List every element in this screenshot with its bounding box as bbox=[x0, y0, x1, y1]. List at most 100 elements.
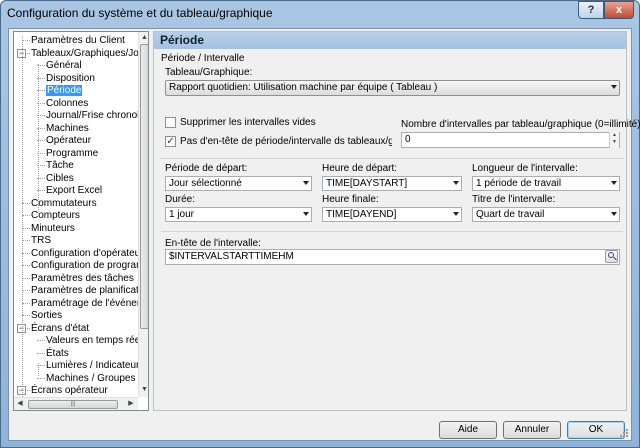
tree-item[interactable]: Machines bbox=[46, 122, 89, 135]
scroll-down-arrow-icon[interactable]: ▼ bbox=[140, 385, 148, 395]
help-button[interactable]: Aide bbox=[439, 421, 497, 439]
separator bbox=[161, 231, 623, 232]
spin-up-icon[interactable]: ▲ bbox=[610, 132, 619, 139]
tree-item-label: Paramètres de planificati bbox=[31, 285, 142, 296]
tree-item[interactable]: Opérateur bbox=[46, 134, 91, 147]
tree-connector bbox=[37, 340, 45, 341]
spin-down-icon[interactable]: ▼ bbox=[610, 139, 619, 146]
tree-vertical-scrollbar[interactable]: ▲ ▼ bbox=[138, 32, 148, 397]
tree-connector bbox=[22, 202, 30, 204]
tree-item[interactable]: Configuration d'opérateur bbox=[31, 247, 144, 260]
start-period-select[interactable]: Jour sélectionné bbox=[165, 176, 312, 191]
period-settings-panel: Période Période / Intervalle Tableau/Gra… bbox=[153, 31, 640, 411]
chevron-down-icon bbox=[303, 212, 309, 216]
tree-guide-line bbox=[38, 363, 39, 376]
duration-value: 1 jour bbox=[169, 209, 195, 220]
interval-length-select[interactable]: 1 période de travail bbox=[472, 176, 620, 191]
tree-horizontal-scrollbar[interactable]: ◀ ||| ▶ bbox=[14, 397, 138, 410]
tree-connector bbox=[22, 302, 30, 304]
tree-item-label: Cibles bbox=[46, 172, 74, 184]
tree-item[interactable]: Écrans opérateur bbox=[31, 384, 108, 397]
tree-item[interactable]: Colonnes bbox=[46, 97, 88, 110]
tree-item[interactable]: Paramètres des tâches bbox=[31, 272, 134, 285]
tree-item[interactable]: Programme bbox=[46, 147, 98, 160]
end-time-label: Heure finale: bbox=[322, 194, 379, 205]
no-period-header-checkbox[interactable]: ✓ bbox=[165, 136, 176, 147]
chevron-down-icon bbox=[611, 212, 617, 216]
resize-grip-icon[interactable] bbox=[619, 428, 629, 438]
browse-variables-button[interactable] bbox=[605, 250, 618, 263]
tree-item-label: Tableaux/Graphiques/Jo bbox=[31, 47, 139, 59]
tree-item[interactable]: Sorties bbox=[31, 309, 62, 322]
tree-item-label: Export Excel bbox=[46, 185, 103, 196]
window-title: Configuration du système et du tableau/g… bbox=[7, 6, 273, 20]
tree-item[interactable]: Machines / Groupes bbox=[46, 372, 136, 385]
start-period-label: Période de départ: bbox=[165, 163, 248, 174]
tree-item-label: Écrans opérateur bbox=[31, 385, 108, 396]
duration-label: Durée: bbox=[165, 194, 196, 205]
help-title-button[interactable]: ? bbox=[578, 1, 604, 19]
num-intervals-value: 0 bbox=[405, 134, 411, 145]
settings-tree[interactable]: Paramètres du Client Tableaux/Graphiques/… bbox=[13, 31, 149, 411]
tree-vertical-scroll-thumb[interactable] bbox=[140, 44, 148, 329]
scroll-up-arrow-icon[interactable]: ▲ bbox=[140, 33, 148, 43]
close-button[interactable]: x bbox=[604, 1, 634, 19]
tree-item-label: Programme bbox=[46, 147, 99, 159]
chevron-down-icon bbox=[453, 181, 459, 185]
num-intervals-input[interactable]: 0 bbox=[401, 132, 620, 148]
num-intervals-spinner[interactable]: ▲ ▼ bbox=[609, 132, 619, 148]
end-time-select[interactable]: TIME[DAYEND] bbox=[322, 207, 462, 222]
scroll-right-arrow-icon[interactable]: ▶ bbox=[126, 399, 136, 409]
tree-item-label: Configuration de programi bbox=[31, 260, 147, 271]
tree-item[interactable]: Écrans d'état bbox=[31, 322, 89, 335]
tree-guide-line bbox=[22, 36, 23, 407]
tree-item[interactable]: Export Excel bbox=[46, 184, 102, 197]
tree-item[interactable]: Général bbox=[46, 59, 82, 72]
tree-item[interactable]: Paramètres du Client bbox=[31, 34, 125, 47]
tree-item[interactable]: Configuration de programi bbox=[31, 259, 147, 272]
tree-item[interactable]: Commutateurs bbox=[31, 197, 97, 210]
interval-title-value: Quart de travail bbox=[476, 209, 545, 220]
interval-length-label: Longueur de l'intervalle: bbox=[472, 163, 578, 174]
title-bar[interactable]: Configuration du système et du tableau/g… bbox=[1, 1, 639, 25]
tree-connector bbox=[22, 252, 30, 254]
tree-item-label: Opérateur bbox=[46, 135, 92, 146]
tree-item[interactable]: Paramètres de planificati bbox=[31, 284, 141, 297]
tree-connector bbox=[22, 277, 30, 279]
tree-connector bbox=[22, 315, 30, 316]
tree-item[interactable]: Tâche bbox=[46, 159, 74, 172]
table-graph-label: Tableau/Graphique: bbox=[165, 67, 253, 78]
ok-button[interactable]: OK bbox=[567, 421, 625, 439]
table-graph-select[interactable]: Rapport quotidien: Utilisation machine p… bbox=[165, 80, 620, 96]
tree-item-label: Commutateurs bbox=[31, 197, 97, 209]
start-time-value: TIME[DAYSTART] bbox=[326, 178, 408, 189]
tree-connector bbox=[22, 240, 30, 241]
tree-item[interactable]: Période bbox=[46, 84, 83, 97]
tree-item-label: Disposition bbox=[46, 72, 95, 84]
suppress-empty-intervals-checkbox[interactable] bbox=[165, 117, 176, 128]
scroll-left-arrow-icon[interactable]: ◀ bbox=[15, 399, 25, 409]
tree-item[interactable]: Lumières / Indicateur bbox=[46, 359, 139, 372]
cancel-button[interactable]: Annuler bbox=[503, 421, 561, 439]
tree-item[interactable]: États bbox=[46, 347, 69, 360]
suppress-empty-intervals-label: Supprimer les intervalles vides bbox=[180, 117, 316, 128]
tree-item[interactable]: TRS bbox=[31, 234, 51, 247]
tree-item[interactable]: Cibles bbox=[46, 172, 74, 185]
interval-header-label: En-tête de l'intervalle: bbox=[165, 238, 261, 249]
tree-connector bbox=[22, 290, 30, 291]
start-time-select[interactable]: TIME[DAYSTART] bbox=[322, 176, 462, 191]
tree-horizontal-scroll-thumb[interactable]: ||| bbox=[28, 400, 118, 409]
tree-item[interactable]: Tableaux/Graphiques/Jo bbox=[31, 47, 139, 60]
tree-connector bbox=[37, 352, 45, 354]
panel-header: Période bbox=[154, 32, 626, 49]
tree-item[interactable]: Journal/Frise chronolo bbox=[46, 109, 145, 122]
tree-item[interactable]: Disposition bbox=[46, 72, 95, 85]
tree-guide-line bbox=[38, 64, 39, 212]
tree-item[interactable]: Paramétrage de l'événem bbox=[31, 297, 145, 310]
tree-connector bbox=[37, 377, 45, 379]
tree-item[interactable]: Valeurs en temps réel bbox=[46, 334, 143, 347]
tree-item[interactable]: Minuteurs bbox=[31, 222, 75, 235]
interval-title-select[interactable]: Quart de travail bbox=[472, 207, 620, 222]
interval-header-input[interactable]: $INTERVALSTARTTIMEHM bbox=[165, 249, 620, 265]
duration-select[interactable]: 1 jour bbox=[165, 207, 312, 222]
